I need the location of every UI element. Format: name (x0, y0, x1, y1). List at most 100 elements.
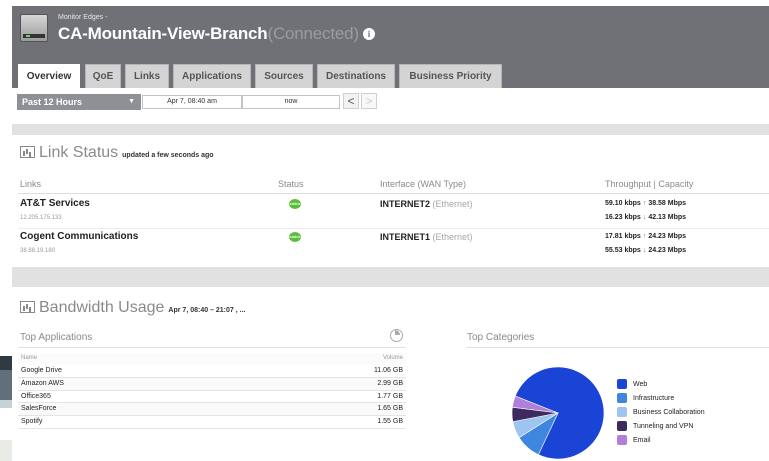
download-capacity: 42.13 Mbps (648, 214, 687, 221)
table-row[interactable]: SalesForce 1.65 GB (18, 403, 406, 417)
legend-label: Infrastructure (633, 394, 675, 402)
link-ip: 12.205.175.133 (20, 215, 62, 221)
legend-item[interactable]: Web (617, 379, 647, 389)
legend-label: Tunneling and VPN (633, 422, 694, 430)
upload-rate: 59.10 kbps (605, 200, 641, 207)
tab-overview[interactable]: Overview (18, 64, 80, 89)
tab-applications[interactable]: Applications (173, 64, 251, 88)
panel-rule (18, 347, 406, 348)
page-title: CA-Mountain-View-Branch(Connected) i (58, 24, 375, 44)
throughput-up: 59.10 kbps ↑ 38.58 Mbps (605, 200, 686, 207)
time-range-select[interactable]: Past 12 Hours ▼ (17, 94, 141, 110)
link-name[interactable]: Cogent Communications (20, 231, 138, 242)
info-icon[interactable]: i (362, 28, 375, 40)
arrow-down-icon: ↓ (642, 247, 647, 254)
bar-chart-icon (20, 301, 35, 313)
legend-swatch (617, 407, 627, 417)
tab-destinations[interactable]: Destinations (317, 64, 395, 88)
legend-swatch (617, 421, 627, 431)
legend-label: Business Collaboration (633, 408, 705, 416)
bandwidth-usage-range: Apr 7, 08:40 – 21:07 , ... (168, 307, 246, 314)
bandwidth-usage-header: Bandwidth Usage Apr 7, 08:40 – 21:07 , .… (20, 299, 245, 317)
legend-swatch (617, 379, 627, 389)
link-status-header: Link Status updated a few seconds ago (20, 144, 214, 162)
column-header-volume[interactable]: Volume (383, 355, 403, 365)
legend-item[interactable]: Email (617, 435, 651, 445)
column-header-interface[interactable]: Interface (WAN Type) (380, 179, 466, 189)
column-header-status[interactable]: Status (278, 179, 304, 189)
tab-bar: Overview QoE Links Applications Sources … (12, 58, 769, 89)
download-rate: 16.23 kbps (605, 214, 641, 221)
legend-swatch (617, 393, 627, 403)
bandwidth-usage-title: Bandwidth Usage (39, 299, 165, 316)
legend-label: Web (633, 380, 648, 388)
column-header-name[interactable]: Name (21, 355, 37, 365)
panel-rule (466, 347, 769, 348)
section-divider (12, 124, 769, 135)
arrow-up-icon: ↑ (642, 233, 647, 240)
edge-monitor-page: Monitor Edges - CA-Mountain-View-Branch(… (0, 0, 769, 461)
left-edge-strip (0, 370, 12, 400)
throughput-down: 16.23 kbps ↓ 42.13 Mbps (605, 214, 686, 221)
left-edge-strip (0, 400, 12, 408)
tab-sources[interactable]: Sources (255, 64, 313, 88)
app-volume: 1.65 GB (377, 405, 403, 413)
arrow-up-icon: ↑ (642, 200, 647, 207)
legend-item[interactable]: Tunneling and VPN (617, 421, 693, 431)
table-header: Name Volume (18, 353, 406, 365)
app-volume: 11.06 GB (373, 367, 403, 374)
time-filter-row: Past 12 Hours ▼ Apr 7, 08:40 am - now < … (12, 88, 769, 120)
section-divider (12, 267, 769, 287)
end-date-input[interactable]: now (242, 95, 340, 109)
app-name: Amazon AWS (21, 379, 64, 387)
app-volume: 2.99 GB (377, 379, 403, 387)
legend-item[interactable]: Infrastructure (617, 393, 674, 403)
table-row[interactable]: Google Drive 11.06 GB (18, 365, 406, 378)
wan-type: (Ethernet) (432, 232, 473, 242)
link-name[interactable]: AT&T Services (20, 198, 90, 209)
link-status-title: Link Status (39, 144, 119, 161)
upload-capacity: 38.58 Mbps (648, 200, 687, 207)
caret-down-icon: ▼ (128, 98, 135, 105)
app-name: Google Drive (21, 367, 62, 374)
time-range-value: Past 12 Hours (22, 97, 83, 107)
prev-period-button[interactable]: < (343, 93, 359, 109)
link-status-indicator: stable (289, 232, 301, 242)
tab-qoe[interactable]: QoE (85, 64, 121, 88)
wan-type: (Ethernet) (432, 199, 473, 209)
device-name: CA-Mountain-View-Branch (58, 24, 268, 43)
upload-rate: 17.81 kbps (605, 233, 641, 240)
start-date-input[interactable]: Apr 7, 08:40 am (142, 95, 242, 109)
interface-name: INTERNET1 (380, 232, 431, 242)
upload-capacity: 24.23 Mbps (648, 233, 687, 240)
legend-swatch (617, 435, 627, 445)
column-header-throughput[interactable]: Throughput | Capacity (605, 179, 693, 189)
edge-device-icon (20, 14, 48, 42)
legend-item[interactable]: Business Collaboration (617, 407, 705, 417)
download-rate: 55.53 kbps (605, 247, 641, 254)
top-applications-table: Name Volume Google Drive 11.06 GB Amazon … (18, 353, 406, 429)
interface-cell: INTERNET1 (Ethernet) (380, 232, 473, 242)
tab-links[interactable]: Links (125, 64, 169, 88)
table-header-rule (18, 193, 769, 194)
top-categories-pie-chart (511, 366, 605, 460)
arrow-down-icon: ↓ (642, 214, 647, 221)
app-name: SalesForce (21, 405, 57, 413)
table-row[interactable]: Amazon AWS 2.99 GB (18, 377, 406, 391)
device-header: Monitor Edges - CA-Mountain-View-Branch(… (12, 6, 769, 58)
next-period-button[interactable]: > (361, 93, 377, 109)
app-volume: 1.55 GB (377, 418, 403, 426)
breadcrumb[interactable]: Monitor Edges - (58, 14, 107, 21)
table-row[interactable]: Office365 1.77 GB (18, 391, 406, 404)
link-ip: 38.88.19.180 (20, 248, 56, 254)
connection-status: (Connected) (267, 24, 359, 43)
tab-business-priority[interactable]: Business Priority (399, 64, 502, 88)
interface-cell: INTERNET2 (Ethernet) (380, 199, 473, 209)
column-header-links[interactable]: Links (20, 179, 41, 189)
table-row[interactable]: Spotify 1.55 GB (18, 416, 406, 429)
app-name: Office365 (21, 392, 51, 400)
legend-label: Email (633, 436, 651, 444)
pie-chart-toggle-icon[interactable] (390, 329, 403, 342)
top-categories-label: Top Categories (467, 332, 535, 343)
top-applications-label: Top Applications (20, 332, 93, 343)
